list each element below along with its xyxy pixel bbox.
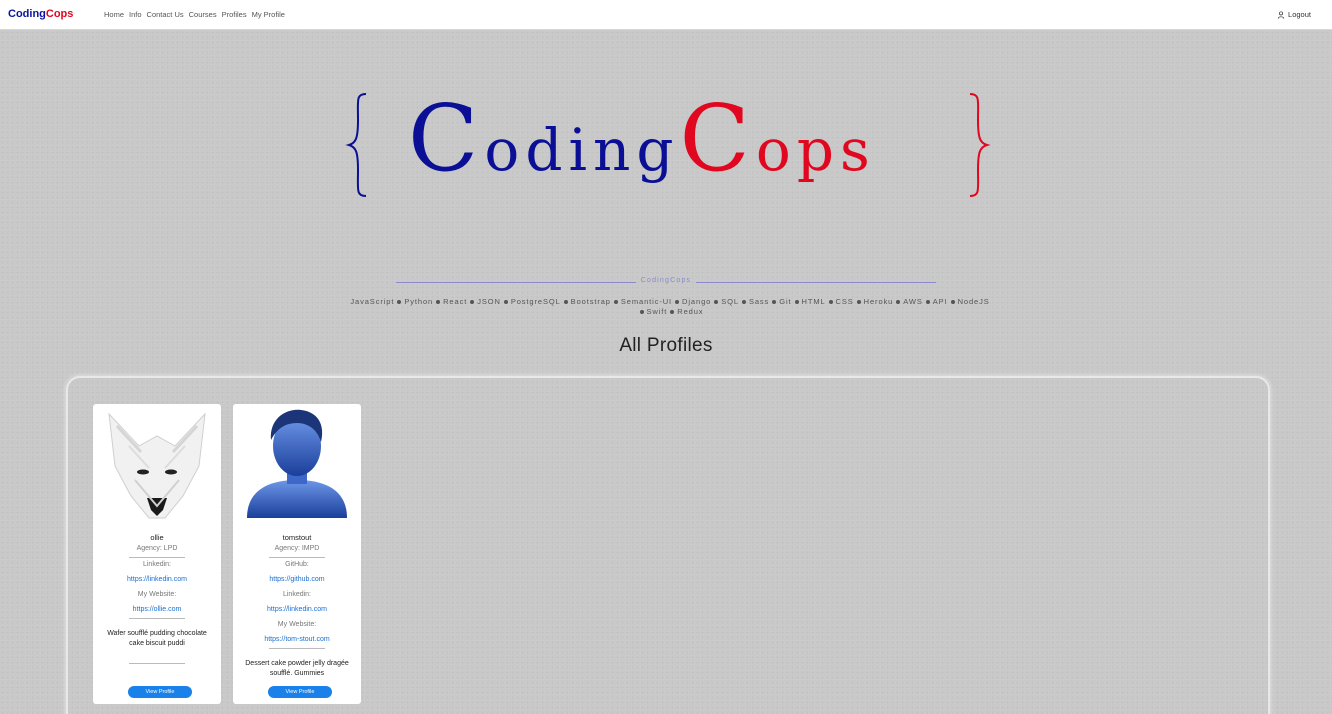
profile-card: tomstout Agency: IMPD GitHub: https://gi… (233, 404, 361, 704)
bullet-dot-icon (436, 299, 441, 304)
profile-field-label: My Website: (137, 591, 177, 598)
profile-field-link[interactable]: https://github.com (233, 576, 361, 583)
bullet-dot-icon (639, 309, 644, 314)
bullet-dot-icon (675, 299, 680, 304)
profile-field-link[interactable]: https://ollie.com (93, 606, 221, 613)
bullet-dot-icon (772, 299, 777, 304)
bullet-dot-icon (670, 309, 675, 314)
skill-item: Swift (646, 307, 668, 316)
skill-item: Bootstrap (570, 297, 611, 306)
user-icon (1277, 10, 1285, 19)
skill-item: Django (682, 297, 712, 306)
bullet-dot-icon (828, 299, 833, 304)
bullet-dot-icon (563, 299, 568, 304)
brand-part-coding: Coding (8, 8, 46, 20)
nav-link-courses[interactable]: Courses (189, 10, 217, 19)
logo-cops-rest: ops (755, 116, 876, 184)
logo-wordmark: CodingCops (408, 93, 876, 195)
blue-person-avatar-icon (239, 406, 355, 524)
skill-item: SQL (721, 297, 739, 306)
nav-link-contact-us[interactable]: Contact Us (147, 10, 184, 19)
nav-link-info[interactable]: Info (129, 10, 142, 19)
logo-coding-rest: oding (484, 116, 680, 184)
divider (129, 557, 185, 558)
divider (129, 663, 185, 664)
skill-item: NodeJS (957, 297, 990, 306)
navbar: CodingCops Home Info Contact Us Courses … (0, 0, 1332, 30)
skill-item: React (443, 297, 468, 306)
right-brace-icon (969, 93, 991, 197)
profile-agency: Agency: IMPD (274, 545, 320, 552)
skill-item: API (932, 297, 948, 306)
logo-coding-initial: C (408, 85, 485, 192)
profile-card-body: ollie Agency: LPD Linkedin: https://link… (93, 532, 221, 664)
skill-item: Redux (677, 307, 704, 316)
brand-part-cops: Cops (45, 8, 74, 20)
bullet-dot-icon (896, 299, 901, 304)
divider-line-right (696, 282, 936, 283)
profile-field-link[interactable]: https://tom-stout.com (233, 636, 361, 643)
page-title: All Profiles (619, 335, 713, 356)
bullet-dot-icon (925, 299, 930, 304)
profile-field-label: Linkedin: (282, 591, 312, 598)
logout-label: Logout (1288, 10, 1311, 19)
skill-item: Git (779, 297, 792, 306)
left-brace-icon (345, 93, 367, 197)
skills-list: JavaScript Python React JSON PostgreSQL Boots… (350, 297, 990, 317)
nav-link-profiles[interactable]: Profiles (222, 10, 247, 19)
profile-username: ollie (150, 533, 164, 542)
nav-links: Home Info Contact Us Courses Profiles My… (104, 10, 285, 19)
bullet-dot-icon (856, 299, 861, 304)
skill-item: AWS (903, 297, 923, 306)
brand-logo[interactable]: CodingCops (8, 8, 73, 20)
divider (269, 648, 325, 649)
skill-item: PostgreSQL (510, 297, 561, 306)
skill-item: Semantic-UI (620, 297, 673, 306)
white-wolf-avatar-icon (99, 406, 215, 524)
profile-field-link[interactable]: https://linkedin.com (93, 576, 221, 583)
bullet-dot-icon (503, 299, 508, 304)
bullet-dot-icon (613, 299, 618, 304)
profile-card-body: tomstout Agency: IMPD GitHub: https://gi… (233, 532, 361, 679)
skill-item: CSS (835, 297, 854, 306)
profile-card: ollie Agency: LPD Linkedin: https://link… (93, 404, 221, 704)
skill-item: Python (404, 297, 434, 306)
logo-cops-initial: C (679, 85, 756, 192)
profile-field-link[interactable]: https://linkedin.com (233, 606, 361, 613)
bullet-dot-icon (470, 299, 475, 304)
view-profile-button[interactable]: View Profile (128, 686, 192, 698)
bullet-dot-icon (794, 299, 799, 304)
profile-agency: Agency: LPD (136, 545, 178, 552)
profile-field-label: GitHub: (285, 561, 309, 568)
view-profile-button[interactable]: View Profile (268, 686, 332, 698)
profile-bio: Dessert cake powder jelly dragée soufflé… (245, 660, 349, 677)
skill-item: Heroku (863, 297, 894, 306)
profile-bio: Wafer soufflé pudding chocolate cake bis… (107, 630, 207, 647)
section-divider: CodingCops (396, 277, 936, 287)
skill-item: Sass (748, 297, 770, 306)
hero-logo: CodingCops (340, 90, 996, 202)
skill-item: JSON (477, 297, 501, 306)
bullet-dot-icon (397, 299, 402, 304)
profile-field-label: Linkedin: (142, 561, 172, 568)
nav-link-my-profile[interactable]: My Profile (252, 10, 285, 19)
logout-button[interactable]: Logout (1277, 10, 1311, 19)
profile-username: tomstout (282, 533, 312, 542)
bullet-dot-icon (741, 299, 746, 304)
bullet-dot-icon (714, 299, 719, 304)
skill-item: HTML (801, 297, 826, 306)
nav-link-home[interactable]: Home (104, 10, 124, 19)
divider (129, 618, 185, 619)
skill-item: JavaScript (350, 297, 395, 306)
bullet-dot-icon (950, 299, 955, 304)
profile-field-label: My Website: (277, 621, 317, 628)
divider (269, 557, 325, 558)
